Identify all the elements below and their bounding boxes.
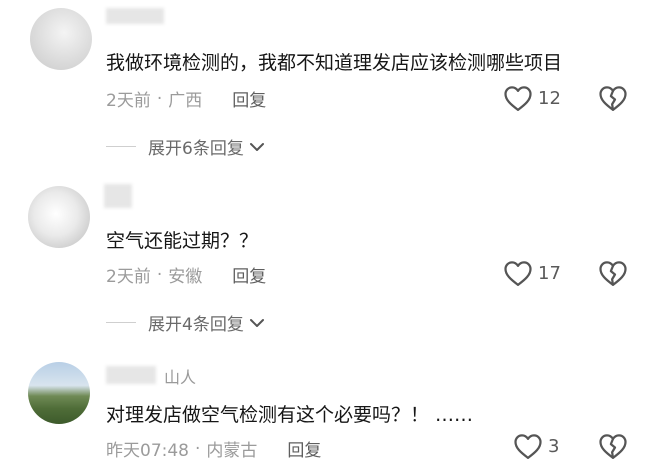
comment-location: 安徽 — [168, 267, 203, 287]
comment-location: 广西 — [168, 91, 203, 111]
comment-1: 我做环境检测的，我都不知道理发店应该检测哪些项目 2天前 · 广西 回复 12 … — [0, 0, 660, 170]
broken-heart-icon[interactable] — [598, 432, 628, 460]
reply-button[interactable]: 回复 — [232, 86, 266, 111]
like-count: 17 — [538, 262, 561, 284]
comment-location: 内蒙古 — [206, 441, 258, 461]
like-button[interactable]: 3 — [513, 432, 559, 460]
heart-outline-icon — [504, 86, 532, 111]
like-count: 12 — [538, 87, 561, 109]
broken-heart-icon[interactable] — [598, 259, 628, 287]
expand-replies-button[interactable]: 展开6条回复 — [106, 134, 266, 159]
like-button[interactable]: 12 — [503, 84, 561, 112]
meta-separator: · — [156, 88, 163, 109]
comment-text: 我做环境检测的，我都不知道理发店应该检测哪些项目 — [106, 52, 563, 74]
username-blurred — [106, 8, 164, 24]
comment-time: 2天前 — [106, 91, 151, 111]
meta-separator: · — [195, 438, 201, 459]
heart-outline-icon — [514, 434, 542, 459]
avatar[interactable] — [30, 8, 92, 70]
like-count: 3 — [548, 435, 560, 457]
comment-meta: 2天前 · 安徽 回复 — [106, 262, 266, 288]
chevron-down-icon — [249, 318, 264, 327]
avatar[interactable] — [28, 186, 90, 248]
chevron-down-icon — [249, 142, 264, 151]
username-blurred — [104, 184, 132, 208]
comment-time: 昨天07:48 — [106, 441, 189, 461]
reply-button[interactable]: 回复 — [287, 436, 321, 461]
expand-replies-label: 展开4条回复 — [148, 315, 244, 335]
comment-3: 山人 对理发店做空气检测有这个必要吗？！ …… 昨天07:48 · 内蒙古 回复… — [0, 352, 660, 474]
like-button[interactable]: 17 — [503, 259, 561, 287]
comment-meta: 昨天07:48 · 内蒙古 回复 — [106, 436, 321, 462]
meta-separator: · — [156, 264, 163, 285]
avatar[interactable] — [28, 362, 90, 424]
username-blurred — [106, 366, 156, 384]
comment-time: 2天前 — [106, 267, 151, 287]
expand-replies-label: 展开6条回复 — [148, 139, 244, 159]
broken-heart-icon[interactable] — [598, 84, 628, 112]
username[interactable]: 山人 — [164, 364, 196, 388]
divider-line — [106, 322, 136, 323]
comment-text: 空气还能过期？？ — [106, 230, 259, 252]
expand-replies-button[interactable]: 展开4条回复 — [106, 310, 266, 335]
comment-text: 对理发店做空气检测有这个必要吗？！ …… — [106, 404, 474, 426]
heart-outline-icon — [504, 261, 532, 286]
reply-button[interactable]: 回复 — [232, 262, 266, 287]
comment-meta: 2天前 · 广西 回复 — [106, 86, 266, 112]
comment-2: 空气还能过期？？ 2天前 · 安徽 回复 17 展开4条回复 — [0, 176, 660, 346]
divider-line — [106, 146, 136, 147]
